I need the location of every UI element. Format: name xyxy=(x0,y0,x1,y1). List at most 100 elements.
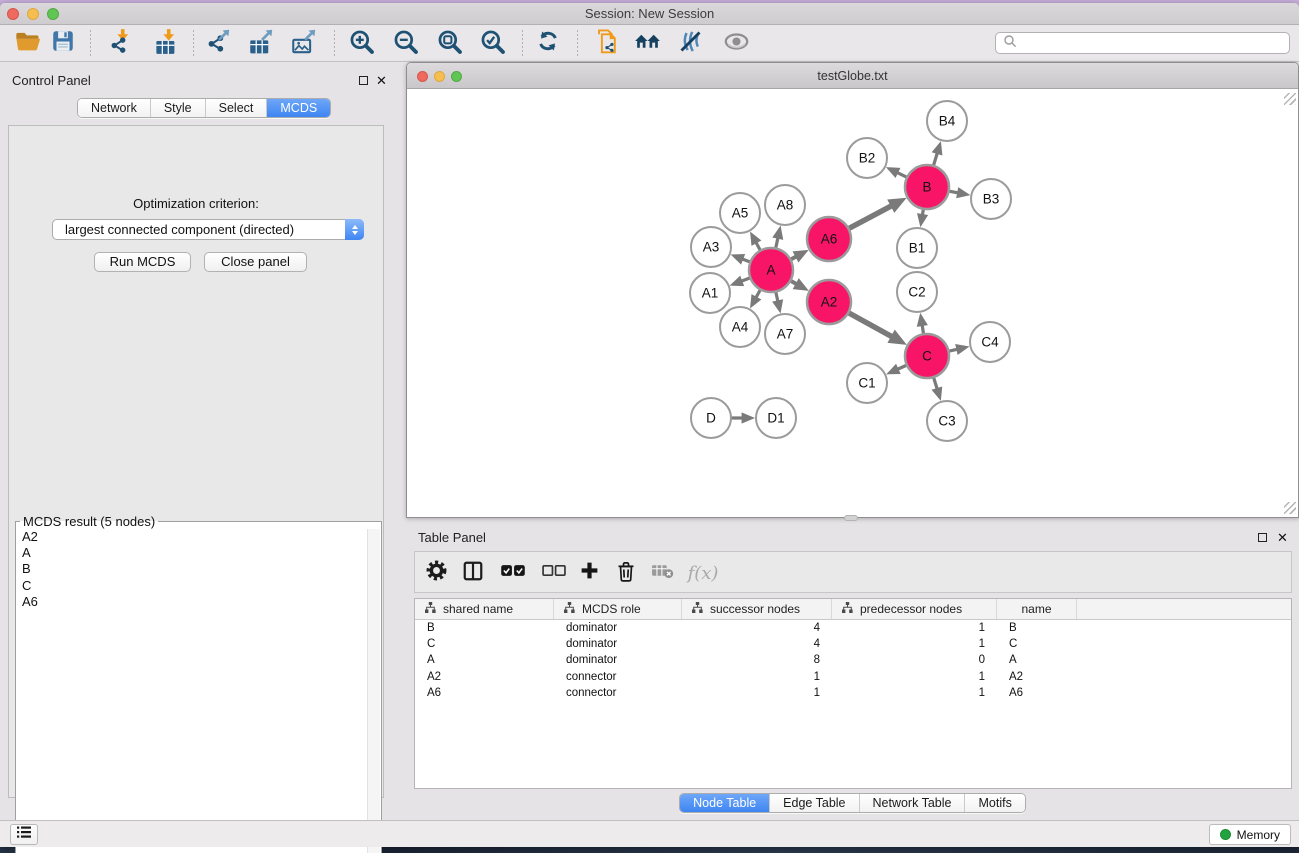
resize-grip-top-icon[interactable] xyxy=(1284,93,1296,105)
graph-node-A8[interactable]: A8 xyxy=(765,185,805,225)
show-columns-button[interactable] xyxy=(456,556,490,590)
table-cell[interactable]: 1 xyxy=(832,638,997,650)
graph-node-A7[interactable]: A7 xyxy=(765,314,805,354)
mcds-result-item[interactable]: A6 xyxy=(17,594,367,610)
mcds-result-list[interactable]: A2ABCA6 xyxy=(17,529,367,853)
table-cell[interactable]: 1 xyxy=(832,687,997,699)
tab-style[interactable]: Style xyxy=(151,99,206,117)
graph-node-A4[interactable]: A4 xyxy=(720,307,760,347)
deselect-all-rows-button[interactable] xyxy=(536,556,570,590)
table-cell[interactable]: A xyxy=(415,654,554,666)
tab-node-table[interactable]: Node Table xyxy=(680,794,770,812)
float-panel-icon[interactable] xyxy=(359,76,368,85)
zoom-selected-button[interactable] xyxy=(474,28,510,59)
table-cell[interactable]: 1 xyxy=(682,671,832,683)
export-table-button[interactable] xyxy=(243,28,279,59)
graph-node-A5[interactable]: A5 xyxy=(720,193,760,233)
toggle-graphics-details-button[interactable] xyxy=(672,28,708,59)
table-cell[interactable]: B xyxy=(415,622,554,634)
delete-column-button[interactable] xyxy=(609,556,643,590)
table-float-panel-icon[interactable] xyxy=(1258,533,1267,542)
table-row[interactable]: A6connector11A6 xyxy=(415,685,1291,701)
table-cell[interactable]: A6 xyxy=(415,687,554,699)
graph-node-B[interactable]: B xyxy=(905,165,949,209)
tab-network[interactable]: Network xyxy=(78,99,151,117)
table-row[interactable]: Bdominator41B xyxy=(415,620,1291,636)
zoom-in-button[interactable] xyxy=(343,28,379,59)
status-console-button[interactable] xyxy=(10,824,38,845)
graph-node-C3[interactable]: C3 xyxy=(927,401,967,441)
table-cell[interactable]: 4 xyxy=(682,638,832,650)
table-row[interactable]: A2connector11A2 xyxy=(415,669,1291,685)
tab-edge-table[interactable]: Edge Table xyxy=(770,794,859,812)
table-cell[interactable]: 4 xyxy=(682,622,832,634)
table-cell[interactable]: C xyxy=(415,638,554,650)
graph-node-A[interactable]: A xyxy=(749,248,793,292)
memory-button[interactable]: Memory xyxy=(1209,824,1291,845)
run-mcds-button[interactable]: Run MCDS xyxy=(94,252,191,272)
table-cell[interactable]: A2 xyxy=(415,671,554,683)
app-titlebar[interactable]: Session: New Session xyxy=(0,3,1299,25)
graph-node-A6[interactable]: A6 xyxy=(807,217,851,261)
mcds-result-item[interactable]: C xyxy=(17,578,367,594)
table-cell[interactable]: dominator xyxy=(554,622,682,634)
table-cell[interactable]: 1 xyxy=(832,671,997,683)
column-header-predecessor-nodes[interactable]: predecessor nodes xyxy=(832,599,997,619)
table-cell[interactable]: A2 xyxy=(997,671,1077,683)
table-cell[interactable]: connector xyxy=(554,687,682,699)
table-cell[interactable]: connector xyxy=(554,671,682,683)
column-header-MCDS-role[interactable]: MCDS role xyxy=(554,599,682,619)
column-header-shared-name[interactable]: shared name xyxy=(415,599,554,619)
search-input[interactable] xyxy=(1022,36,1289,50)
table-row[interactable]: Adominator80A xyxy=(415,652,1291,668)
mcds-result-item[interactable]: A2 xyxy=(17,529,367,545)
export-image-button[interactable] xyxy=(286,28,322,59)
save-session-button[interactable] xyxy=(45,28,81,59)
import-network-button[interactable] xyxy=(102,28,138,59)
graph-node-A3[interactable]: A3 xyxy=(691,227,731,267)
import-table-button[interactable] xyxy=(148,28,184,59)
refresh-button[interactable] xyxy=(530,28,566,59)
table-cell[interactable]: C xyxy=(997,638,1077,650)
show-birdseye-view-button[interactable] xyxy=(718,28,754,59)
table-cell[interactable]: B xyxy=(997,622,1077,634)
table-cell[interactable]: dominator xyxy=(554,638,682,650)
open-session-button[interactable] xyxy=(10,28,46,59)
criterion-dropdown[interactable]: largest connected component (directed) xyxy=(52,219,364,240)
tab-network-table[interactable]: Network Table xyxy=(860,794,966,812)
graph-node-B3[interactable]: B3 xyxy=(971,179,1011,219)
tab-motifs[interactable]: Motifs xyxy=(965,794,1024,812)
graph-node-B4[interactable]: B4 xyxy=(927,101,967,141)
table-cell[interactable]: 1 xyxy=(682,687,832,699)
graph-node-A2[interactable]: A2 xyxy=(807,280,851,324)
tab-mcds[interactable]: MCDS xyxy=(267,99,330,117)
mcds-result-item[interactable]: B xyxy=(17,561,367,577)
close-panel-icon[interactable]: ✕ xyxy=(376,75,387,86)
graph-node-A1[interactable]: A1 xyxy=(690,273,730,313)
zoom-out-button[interactable] xyxy=(387,28,423,59)
close-panel-button[interactable]: Close panel xyxy=(204,252,307,272)
graph-node-C[interactable]: C xyxy=(905,334,949,378)
table-cell[interactable]: A6 xyxy=(997,687,1077,699)
search-field[interactable] xyxy=(995,32,1290,54)
graph-node-B1[interactable]: B1 xyxy=(897,228,937,268)
graph-node-D[interactable]: D xyxy=(691,398,731,438)
table-cell[interactable]: 0 xyxy=(832,654,997,666)
export-network-button[interactable] xyxy=(200,28,236,59)
graph-node-C2[interactable]: C2 xyxy=(897,272,937,312)
resize-grip-bottom-icon[interactable] xyxy=(1284,502,1296,514)
table-cell[interactable]: 1 xyxy=(832,622,997,634)
open-cybrowser-button[interactable] xyxy=(629,28,665,59)
graph-node-C4[interactable]: C4 xyxy=(970,322,1010,362)
table-mode-gear-button[interactable] xyxy=(419,556,453,590)
column-header-name[interactable]: name xyxy=(997,599,1077,619)
table-row[interactable]: Cdominator41C xyxy=(415,636,1291,652)
column-header-successor-nodes[interactable]: successor nodes xyxy=(682,599,832,619)
zoom-fit-button[interactable] xyxy=(431,28,467,59)
result-scrollbar[interactable] xyxy=(367,529,380,853)
table-cell[interactable]: A xyxy=(997,654,1077,666)
tab-select[interactable]: Select xyxy=(206,99,268,117)
create-column-button[interactable] xyxy=(572,556,606,590)
network-window-titlebar[interactable]: testGlobe.txt xyxy=(407,63,1298,89)
select-all-rows-button[interactable] xyxy=(496,556,530,590)
